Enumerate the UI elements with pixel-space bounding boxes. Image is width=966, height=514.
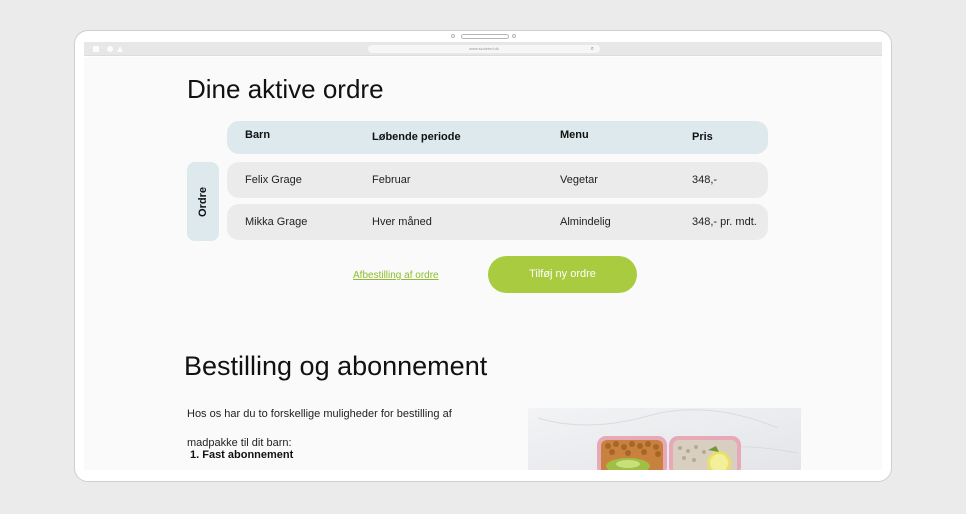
address-url: www.skoleted.dk xyxy=(469,46,499,51)
cell-price: 348,- xyxy=(692,174,718,186)
cell-child: Felix Grage xyxy=(245,174,302,186)
orders-table-header: Barn Løbende periode Menu Pris xyxy=(227,121,768,154)
cell-menu: Almindelig xyxy=(560,216,611,228)
orders-side-label: Ordre xyxy=(187,162,219,241)
browser-chrome: www.skoleted.dk ⌕ xyxy=(84,42,882,56)
cell-menu: Vegetar xyxy=(560,174,598,186)
lunchbox-photo-illustration xyxy=(528,408,801,470)
page-content: Dine aktive ordre Barn Løbende periode M… xyxy=(84,57,882,470)
orders-title: Dine aktive ordre xyxy=(187,74,384,104)
search-icon[interactable]: ⌕ xyxy=(591,45,594,53)
column-header-menu: Menu xyxy=(560,129,589,141)
add-order-button[interactable]: Tilføj ny ordre xyxy=(488,256,637,293)
orders-side-label-text: Ordre xyxy=(197,186,209,217)
column-header-period: Løbende periode xyxy=(372,131,461,143)
list-item-fixed-subscription: 1. Fast abonnement xyxy=(190,449,294,461)
circle-control-icon[interactable] xyxy=(107,46,113,52)
cell-price: 348,- pr. mdt. xyxy=(692,216,757,228)
table-row[interactable]: Mikka Grage Hver måned Almindelig 348,- … xyxy=(227,204,768,240)
lunchbox-photo xyxy=(528,408,801,470)
address-bar[interactable]: www.skoleted.dk ⌕ xyxy=(368,45,600,53)
cancel-order-link[interactable]: Afbestilling af ordre xyxy=(353,270,439,281)
cell-child: Mikka Grage xyxy=(245,216,308,228)
sensor-dot-icon xyxy=(512,34,516,38)
camera-bar xyxy=(461,34,509,39)
subscription-title: Bestilling og abonnement xyxy=(184,351,488,381)
cell-period: Hver måned xyxy=(372,216,432,228)
camera-dot-icon xyxy=(451,34,455,38)
table-row[interactable]: Felix Grage Februar Vegetar 348,- xyxy=(227,162,768,198)
cell-period: Februar xyxy=(372,174,411,186)
square-control-icon[interactable] xyxy=(93,46,99,52)
column-header-price: Pris xyxy=(692,131,713,143)
triangle-control-icon[interactable] xyxy=(117,46,123,52)
column-header-child: Barn xyxy=(245,129,271,141)
